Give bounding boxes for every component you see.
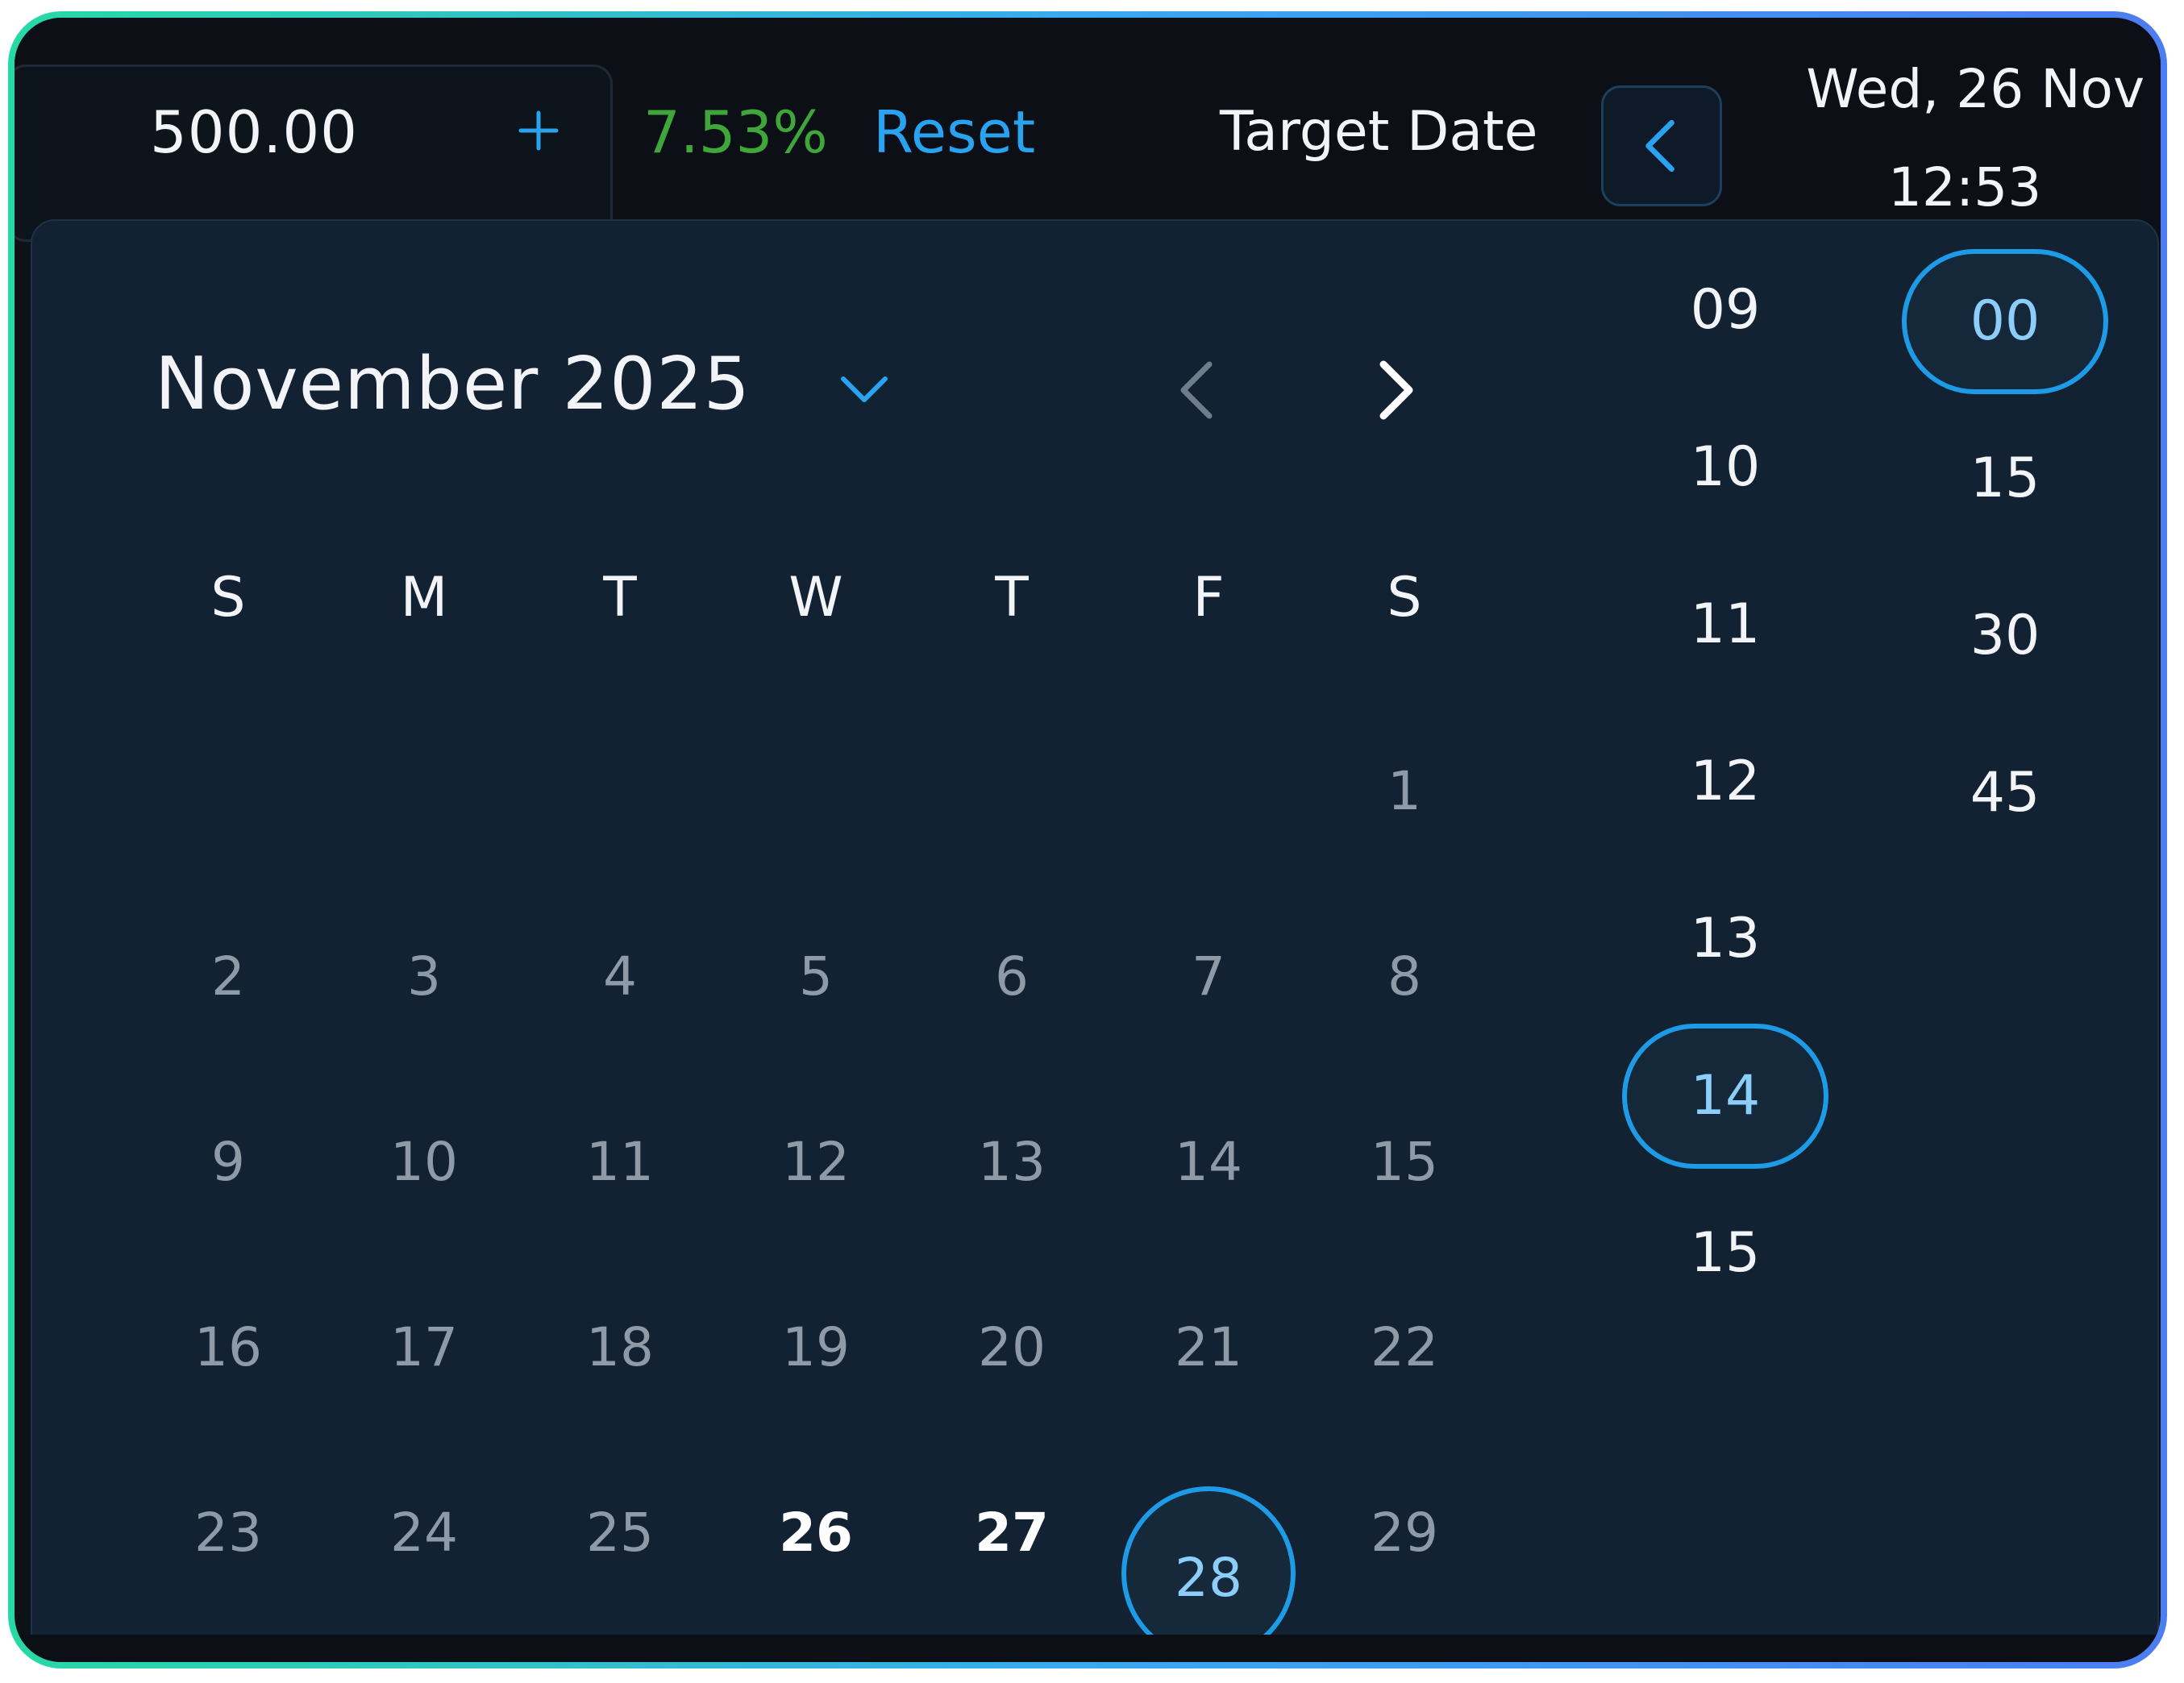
calendar-day[interactable]: 25 xyxy=(539,1493,701,1573)
current-date: Wed, 26 Nov xyxy=(1806,58,2144,120)
calendar-day[interactable]: 3 xyxy=(343,937,505,1017)
calendar-day[interactable]: 16 xyxy=(148,1307,309,1388)
calendar-day[interactable]: 19 xyxy=(735,1307,896,1388)
calendar-day[interactable]: 21 xyxy=(1128,1307,1289,1388)
calendar-day[interactable]: 29 xyxy=(1324,1493,1485,1573)
calendar-day[interactable]: 18 xyxy=(539,1307,701,1388)
calendar-day[interactable]: 5 xyxy=(735,937,896,1017)
calendar-day[interactable]: 17 xyxy=(343,1307,505,1388)
hour-option[interactable]: 09 xyxy=(1629,270,1822,351)
weekday-label: W xyxy=(788,566,843,630)
weekday-label: S xyxy=(210,566,246,630)
calendar-day[interactable]: 2 xyxy=(148,937,309,1017)
calendar-day[interactable]: 6 xyxy=(931,937,1092,1017)
calendar-day[interactable]: 24 xyxy=(343,1493,505,1573)
calendar-day[interactable]: 26 xyxy=(735,1493,896,1573)
weekday-label: T xyxy=(995,566,1029,630)
app-screen: 500.00 7.53% Reset Target Date Wed, 26 N… xyxy=(15,18,2161,1662)
calendar-day[interactable]: 13 xyxy=(931,1122,1092,1203)
calendar-day[interactable]: 23 xyxy=(148,1493,309,1573)
chevron-left-icon xyxy=(1645,119,1674,172)
calendar-day[interactable]: 22 xyxy=(1324,1307,1485,1388)
chevron-right-icon[interactable] xyxy=(1358,350,1430,430)
bottom-strip xyxy=(15,1635,2161,1662)
reset-button[interactable]: Reset xyxy=(873,98,1035,166)
calendar-day[interactable]: 15 xyxy=(1324,1122,1485,1203)
calendar-day[interactable]: 12 xyxy=(735,1122,896,1203)
calendar-day[interactable]: 1 xyxy=(1324,751,1485,832)
minute-option[interactable]: 30 xyxy=(1908,596,2102,676)
calendar-day[interactable]: 20 xyxy=(931,1307,1092,1388)
date-time-picker: November 2025 SMTWTFS 1 2 3 4 5 6 7 8 9 10 11 12 13 1… xyxy=(31,219,2159,1662)
hour-option[interactable]: 14 xyxy=(1622,1024,1828,1169)
window-frame: 500.00 7.53% Reset Target Date Wed, 26 N… xyxy=(8,11,2167,1668)
minute-option[interactable]: 00 xyxy=(1902,249,2108,394)
percent-change: 7.53% xyxy=(643,98,828,166)
hour-option[interactable]: 12 xyxy=(1629,742,1822,822)
chevron-left-icon[interactable] xyxy=(1163,350,1235,430)
target-date-label: Target Date xyxy=(1220,100,1538,164)
calendar-day[interactable]: 8 xyxy=(1324,937,1485,1017)
minute-option[interactable]: 45 xyxy=(1908,753,2102,833)
amount-value[interactable]: 500.00 xyxy=(150,98,358,166)
top-toolbar: 500.00 7.53% Reset Target Date Wed, 26 N… xyxy=(15,18,2161,242)
chevron-down-icon[interactable] xyxy=(832,356,896,421)
weekday-label: T xyxy=(603,566,637,630)
plus-icon[interactable] xyxy=(514,106,563,155)
calendar-day[interactable]: 9 xyxy=(148,1122,309,1203)
target-date-prev-button[interactable] xyxy=(1601,85,1722,206)
minute-option[interactable]: 15 xyxy=(1908,438,2102,519)
calendar-day[interactable]: 4 xyxy=(539,937,701,1017)
calendar-day[interactable]: 27 xyxy=(931,1493,1092,1573)
hour-option[interactable]: 10 xyxy=(1629,427,1822,508)
month-title: November 2025 xyxy=(155,342,751,426)
hour-option[interactable]: 15 xyxy=(1629,1213,1822,1294)
weekday-label: M xyxy=(400,566,448,630)
calendar-day[interactable]: 14 xyxy=(1128,1122,1289,1203)
weekday-label: S xyxy=(1387,566,1422,630)
current-time: 12:53 xyxy=(1888,156,2042,218)
weekday-label: F xyxy=(1192,566,1225,630)
calendar-day[interactable]: 10 xyxy=(343,1122,505,1203)
hour-option[interactable]: 13 xyxy=(1629,899,1822,979)
calendar-day[interactable]: 11 xyxy=(539,1122,701,1203)
calendar-day[interactable]: 7 xyxy=(1128,937,1289,1017)
hour-option[interactable]: 11 xyxy=(1629,584,1822,665)
